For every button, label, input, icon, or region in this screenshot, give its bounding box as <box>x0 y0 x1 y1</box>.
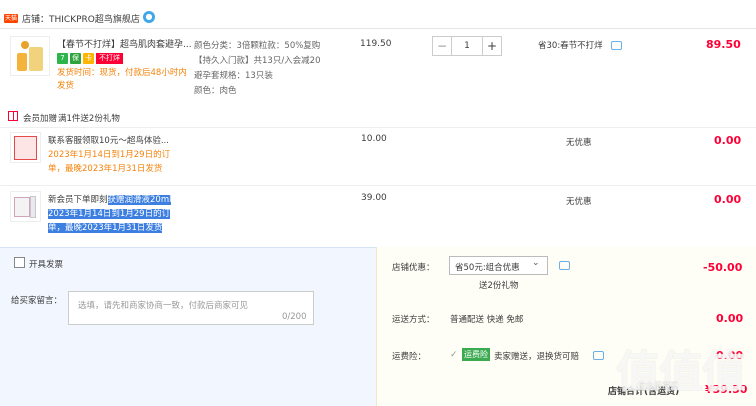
gift-discount: 无优惠 <box>566 138 592 148</box>
shipping-label: 运送方式： <box>392 315 435 325</box>
gift-thumbnail[interactable] <box>10 191 41 222</box>
gift-price: 10.00 <box>361 134 387 144</box>
gift-thumbnail[interactable] <box>10 132 41 163</box>
promo-info-icon[interactable] <box>611 41 622 50</box>
card-icon: 卡 <box>83 53 94 64</box>
ship-time-note: 发货时间：现货，付款后48小时内发货 <box>57 68 187 91</box>
seven-day-return-icon: 7 <box>57 53 68 64</box>
gift-total: 0.00 <box>714 134 742 147</box>
invoice-label[interactable]: 开具发票 <box>29 258 63 270</box>
watermark-logo: 值值值 <box>616 347 746 398</box>
discount-info-icon[interactable] <box>559 261 570 270</box>
quantity-decrease-button[interactable]: − <box>432 36 452 56</box>
selected-text: 获赠润滑液20ml <box>107 195 172 205</box>
sku-line: 颜色分类：3倍颗粒款：50%复购 <box>194 41 321 51</box>
gift-icon <box>8 111 18 121</box>
sku-line: 避孕套规格：13只装 <box>194 71 273 81</box>
gift-desc: 单，最晚2023年1月31日发货 <box>48 223 163 233</box>
gift-discount: 无优惠 <box>566 197 592 207</box>
chat-icon[interactable]: ● <box>143 11 155 23</box>
shipping-method: 普通配送 快递 免邮 <box>450 315 524 325</box>
gift-price: 39.00 <box>361 193 387 203</box>
insurance-text: 卖家赠送，退换货可赔 <box>494 352 580 362</box>
not-closed-badge: 不打烊 <box>96 53 123 64</box>
gift-total: 0.00 <box>714 193 742 206</box>
gift-title[interactable]: 联系客服领取10元～超鸟体验... <box>48 134 169 146</box>
message-char-count: 0/200 <box>282 312 307 322</box>
quantity-input[interactable]: 1 <box>451 36 483 56</box>
service-badges: 7 保卡不打烊 <box>57 53 123 64</box>
quantity-increase-button[interactable]: + <box>482 36 502 56</box>
shop-discount-amount: -50.00 <box>703 261 743 274</box>
buyer-message-label: 给买家留言： <box>11 296 63 306</box>
checkmark-icon[interactable]: ✓ <box>450 350 458 360</box>
gift-rule: 满1件送2份礼物 <box>58 114 120 124</box>
gift-desc: 单，最晚2023年1月31日发货 <box>48 164 163 174</box>
gift-desc: 2023年1月14日到1月29日的订 <box>48 150 171 160</box>
store-name[interactable]: 店铺：THICKPRO超鸟旗舰店 <box>22 12 140 25</box>
product-title[interactable]: 【春节不打烊】超鸟肌肉套避孕... <box>57 37 192 50</box>
insurance-badge: 运费险 <box>462 348 490 361</box>
invoice-checkbox[interactable] <box>14 257 25 268</box>
product-thumbnail[interactable] <box>10 36 50 76</box>
gift-count-note: 送2份礼物 <box>479 281 519 291</box>
item-total: 89.50 <box>706 38 741 51</box>
gift-title[interactable]: 新会员下单即刻获赠润滑液20ml <box>48 193 172 205</box>
buyer-message-placeholder: 选填，请先和商家协商一致，付款后商家可见 <box>78 301 249 311</box>
shop-discount-label: 店铺优惠： <box>392 263 435 273</box>
gift-section-label: 会员加赠 <box>23 114 58 124</box>
quantity-stepper: − 1 + <box>432 36 502 56</box>
sku-line: 【持久入门款】共13只/入会减20 <box>194 56 321 66</box>
shipping-amount: 0.00 <box>716 312 744 325</box>
insurance-label: 运费险： <box>392 352 427 362</box>
gift-desc: 2023年1月14日到1月29日的订 <box>48 209 171 219</box>
promo-text: 省30:春节不打烊 <box>538 41 603 51</box>
insurance-info-icon[interactable] <box>593 351 604 360</box>
chevron-down-icon: ⌄ <box>532 258 540 268</box>
tmall-badge: 天猫 <box>4 14 18 23</box>
watermark-text: 什么值得买 <box>638 381 678 390</box>
guarantee-icon: 保 <box>70 53 81 64</box>
shop-discount-value: 省50元:组合优惠 <box>455 263 520 273</box>
sku-line: 颜色：肉色 <box>194 86 237 96</box>
unit-price: 119.50 <box>360 39 392 49</box>
